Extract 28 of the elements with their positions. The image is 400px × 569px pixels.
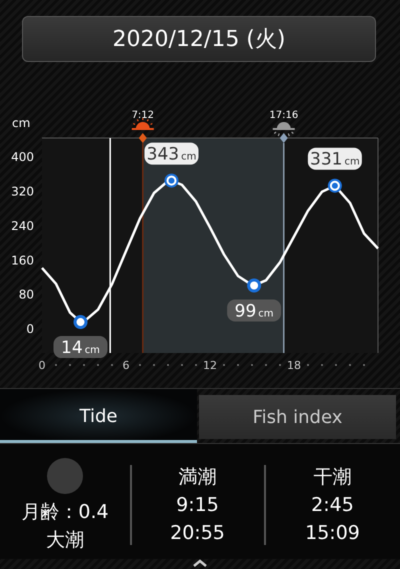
- y-tick-label: 400: [11, 150, 34, 164]
- column-title: 満潮: [178, 464, 216, 488]
- tide-value-label: 343 cm: [144, 142, 198, 165]
- sun-time-label: 17:16: [269, 110, 298, 121]
- moon-age: 月齢：0.4: [21, 500, 109, 524]
- tide-value-label: 331 cm: [308, 148, 362, 170]
- sun-time-label: 7:12: [132, 110, 154, 121]
- tide-value-label: 14 cm: [54, 336, 108, 358]
- x-tick-label: 6: [122, 359, 130, 372]
- x-tick-label: 18: [287, 359, 301, 372]
- x-tick-label: 12: [203, 359, 217, 372]
- column-title: 干潮: [314, 464, 352, 488]
- tide-value-label: 99 cm: [227, 300, 282, 322]
- tide-time: 9:15: [176, 492, 219, 516]
- y-tick-label: 320: [11, 184, 34, 198]
- tide-time: 20:55: [170, 520, 225, 544]
- tide-time: 2:45: [311, 492, 354, 516]
- y-tick-label: 160: [11, 253, 34, 268]
- tab[interactable]: Fish index: [199, 395, 396, 439]
- tab[interactable]: Tide: [0, 389, 197, 443]
- y-tick-label: 80: [18, 288, 34, 302]
- x-tick-label: 0: [38, 359, 46, 372]
- y-tick-label: 240: [11, 218, 34, 233]
- tide-time: 15:09: [305, 520, 360, 544]
- tide-name: 大潮: [46, 528, 84, 552]
- axis-unit: cm: [12, 116, 30, 130]
- y-tick-label: 0: [26, 322, 34, 336]
- date-button[interactable]: 2020/12/15 (火): [22, 16, 376, 62]
